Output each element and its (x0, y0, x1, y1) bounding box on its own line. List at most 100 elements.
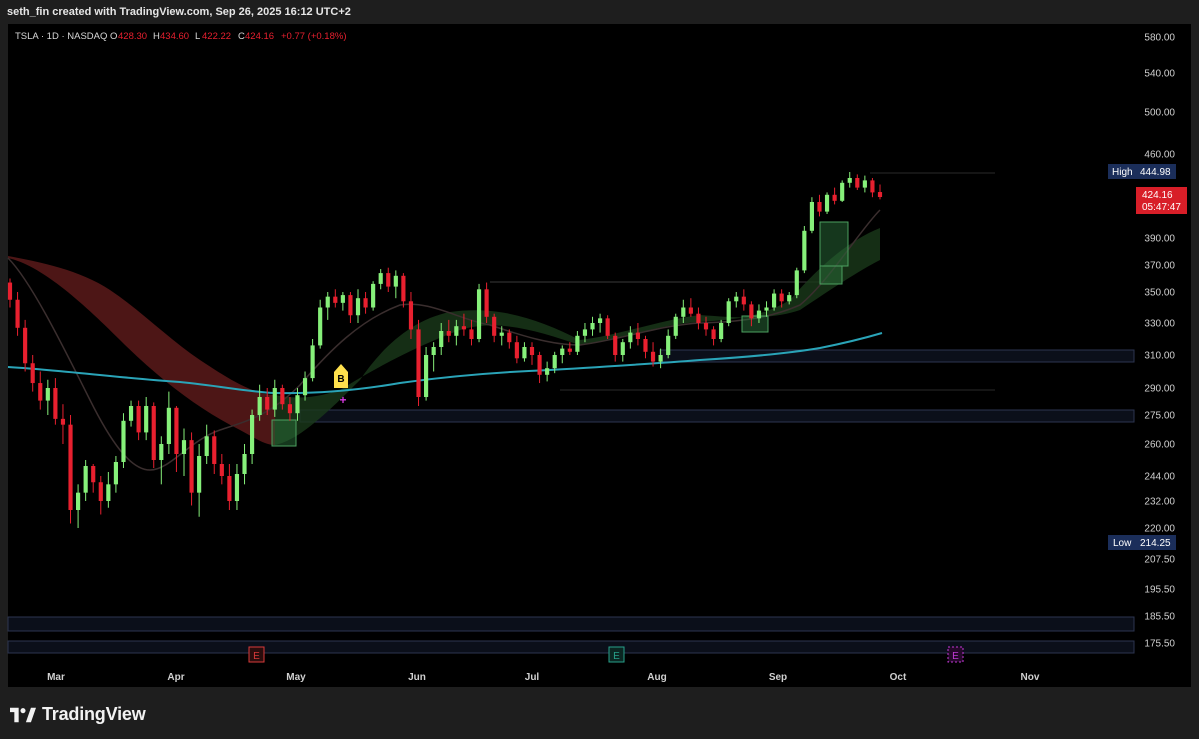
candle[interactable] (711, 326, 716, 346)
candle[interactable] (204, 424, 209, 464)
candle[interactable] (598, 313, 603, 333)
candle[interactable] (855, 174, 860, 190)
candle[interactable] (529, 342, 535, 365)
candle[interactable] (537, 351, 542, 384)
candle[interactable] (53, 378, 58, 425)
candle[interactable] (862, 175, 867, 193)
candle[interactable] (371, 281, 376, 311)
candle[interactable] (106, 472, 111, 508)
candle[interactable] (363, 292, 368, 314)
candle[interactable] (832, 187, 837, 205)
candle[interactable] (575, 331, 580, 355)
candle[interactable] (772, 289, 777, 311)
candle[interactable] (234, 464, 240, 510)
candle[interactable] (144, 397, 149, 441)
candle[interactable] (824, 192, 830, 214)
candle[interactable] (401, 273, 406, 308)
earnings-marker-apr[interactable]: E (248, 646, 265, 663)
candle[interactable] (514, 335, 519, 364)
candle[interactable] (242, 444, 247, 485)
earnings-marker-oct[interactable]: E (947, 646, 964, 663)
price-axis[interactable]: 580.00 540.00 500.00 460.00 390.00 370.00 350.… (1144, 33, 1175, 650)
candle[interactable] (688, 298, 693, 317)
candle[interactable] (522, 342, 527, 362)
candle[interactable] (197, 444, 202, 517)
candle[interactable] (719, 319, 724, 343)
candle[interactable] (181, 428, 187, 476)
candle[interactable] (60, 404, 66, 444)
candle[interactable] (877, 184, 883, 200)
candle[interactable] (605, 315, 610, 339)
candle[interactable] (666, 329, 671, 359)
high-badge: High 444.98 (1108, 164, 1176, 179)
candle[interactable] (45, 379, 50, 415)
candle[interactable] (802, 226, 807, 274)
time-axis[interactable]: Mar Apr May Jun Jul Aug Sep Oct Nov (47, 672, 1040, 683)
candle[interactable] (159, 436, 164, 485)
candle[interactable] (734, 292, 739, 308)
candle[interactable] (174, 406, 179, 472)
candle[interactable] (310, 339, 315, 382)
candle[interactable] (227, 464, 232, 510)
candle[interactable] (794, 267, 799, 299)
candle[interactable] (219, 454, 224, 485)
candle[interactable] (840, 180, 845, 202)
candle[interactable] (250, 409, 255, 464)
candle[interactable] (545, 361, 550, 382)
candle[interactable] (325, 292, 330, 320)
candle[interactable] (76, 484, 81, 528)
candle[interactable] (817, 194, 822, 217)
candle[interactable] (189, 432, 194, 506)
candle[interactable] (741, 289, 746, 311)
candle[interactable] (302, 371, 308, 401)
candle[interactable] (91, 464, 96, 493)
candle[interactable] (635, 323, 640, 346)
candle[interactable] (68, 415, 73, 524)
candle[interactable] (212, 430, 217, 474)
candle[interactable] (847, 172, 852, 188)
candle[interactable] (333, 289, 338, 308)
candle[interactable] (620, 339, 625, 362)
candle[interactable] (355, 289, 361, 323)
candle[interactable] (136, 400, 141, 441)
candle[interactable] (113, 456, 118, 493)
candle[interactable] (98, 476, 103, 515)
candle[interactable] (492, 313, 497, 343)
candle-body (802, 230, 807, 271)
candle[interactable] (7, 278, 13, 308)
candle[interactable] (643, 335, 648, 359)
candle[interactable] (83, 460, 88, 501)
candle[interactable] (121, 413, 126, 468)
candle[interactable] (560, 345, 565, 364)
candle[interactable] (431, 342, 436, 372)
candle-body (877, 192, 883, 198)
candle[interactable] (378, 269, 383, 290)
candle[interactable] (151, 402, 156, 468)
candle[interactable] (23, 319, 28, 372)
candle[interactable] (166, 391, 171, 454)
candle[interactable] (424, 347, 429, 401)
candle[interactable] (393, 270, 398, 299)
candle[interactable] (726, 298, 731, 327)
candle[interactable] (15, 292, 20, 336)
candle[interactable] (38, 371, 43, 410)
buy-signal[interactable]: B (334, 364, 348, 388)
price-chart[interactable]: B + E E E TSLA · 1D · NASDAQ O 428.30 H … (0, 0, 1199, 739)
candle[interactable] (386, 267, 391, 292)
earnings-marker-jul[interactable]: E (608, 646, 625, 663)
candle[interactable] (673, 313, 678, 339)
candle[interactable] (128, 400, 134, 427)
candle[interactable] (809, 197, 814, 234)
candle[interactable] (590, 316, 595, 336)
candle[interactable] (348, 292, 353, 323)
candle[interactable] (696, 307, 701, 330)
candle[interactable] (613, 332, 618, 362)
tradingview-logo-icon (10, 707, 36, 722)
candle[interactable] (318, 299, 323, 349)
candle[interactable] (416, 319, 421, 406)
tradingview-brand[interactable]: TradingView (10, 704, 146, 725)
candle[interactable] (30, 355, 35, 392)
candle[interactable] (476, 283, 482, 343)
candle[interactable] (340, 292, 345, 311)
candle[interactable] (870, 178, 875, 198)
